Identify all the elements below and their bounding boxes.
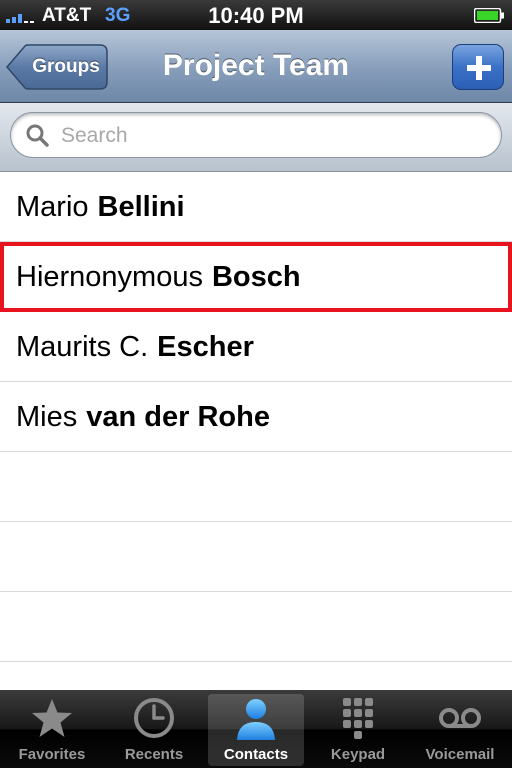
empty-row	[0, 452, 512, 522]
tab-label: Recents	[124, 746, 184, 763]
tab-voicemail[interactable]: Voicemail	[412, 694, 508, 766]
tab-label: Contacts	[223, 746, 289, 763]
tab-label: Keypad	[330, 746, 386, 763]
person-icon	[237, 699, 275, 740]
status-bar: AT&T 3G 10:40 PM	[0, 0, 512, 30]
search-field[interactable]	[10, 112, 502, 158]
search-icon	[26, 124, 49, 147]
contact-row[interactable]: Maurits C. Escher	[0, 312, 512, 382]
keypad-icon	[343, 698, 373, 739]
battery-icon	[474, 8, 504, 23]
navigation-bar: Groups Project Team	[0, 30, 512, 103]
tab-contacts[interactable]: Contacts	[208, 694, 304, 766]
contact-row[interactable]: Mies van der Rohe	[0, 382, 512, 452]
clock-icon	[134, 698, 174, 738]
empty-row	[0, 592, 512, 662]
tab-keypad[interactable]: Keypad	[310, 694, 406, 766]
contact-list: Mario Bellini Hiernonymous Bosch Maurits C…	[0, 172, 512, 662]
contact-last-name: Escher	[157, 331, 254, 363]
contact-first-name: Mies	[16, 401, 78, 433]
back-button-label: Groups	[32, 56, 100, 77]
contact-last-name: Bellini	[97, 191, 185, 223]
tab-favorites[interactable]: Favorites	[4, 694, 100, 766]
star-icon	[32, 699, 72, 737]
tab-recents[interactable]: Recents	[106, 694, 202, 766]
plus-icon	[467, 56, 491, 80]
page-title: Project Team	[162, 49, 350, 82]
add-contact-button[interactable]	[452, 44, 504, 90]
empty-row	[0, 522, 512, 592]
tab-label: Favorites	[18, 746, 86, 763]
contact-first-name: Mario	[16, 191, 89, 223]
tab-label: Voicemail	[425, 746, 495, 763]
contact-row-selected[interactable]: Hiernonymous Bosch	[0, 242, 512, 312]
voicemail-icon	[439, 708, 481, 728]
status-time: 10:40 PM	[208, 3, 304, 28]
contact-first-name: Maurits C.	[16, 331, 149, 363]
contact-first-name: Hiernonymous	[16, 261, 203, 293]
contact-last-name: van der Rohe	[86, 401, 270, 433]
tab-bar: Favorites Recents Contacts Keypad Voicem…	[0, 690, 512, 768]
search-input[interactable]	[59, 119, 483, 153]
contact-row[interactable]: Mario Bellini	[0, 172, 512, 242]
contact-last-name: Bosch	[211, 261, 301, 293]
search-bar	[0, 103, 512, 172]
groups-back-button[interactable]: Groups	[6, 44, 108, 90]
